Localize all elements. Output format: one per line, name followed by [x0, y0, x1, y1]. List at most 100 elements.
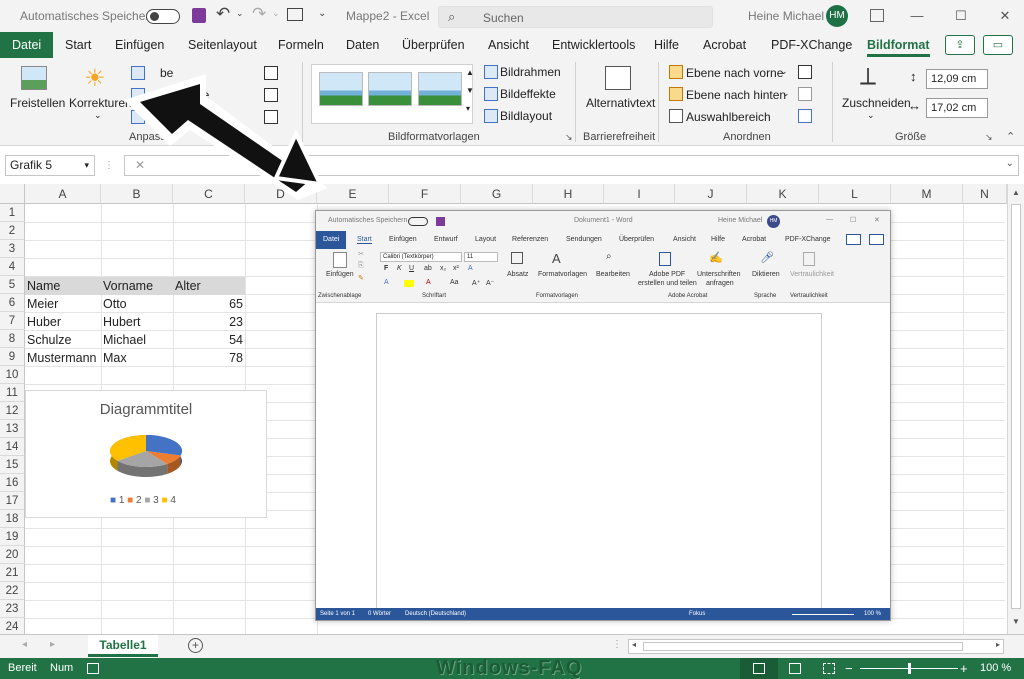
comments-button[interactable]: ▭	[983, 35, 1013, 55]
ebene-nach-vorne-button[interactable]: Ebene nach vorne	[686, 66, 783, 80]
scroll-thumb[interactable]	[1011, 204, 1021, 609]
horizontal-scrollbar[interactable]: ◂ ▸	[628, 639, 1004, 654]
scroll-left-icon[interactable]: ◂	[632, 640, 636, 649]
picture-style-3[interactable]	[418, 72, 462, 106]
table-cell[interactable]: Schulze	[25, 331, 101, 349]
customize-qat-icon[interactable]: ⌄	[318, 8, 326, 19]
ausrichten-icon[interactable]	[798, 65, 812, 79]
share-button[interactable]: ⇪	[945, 35, 975, 55]
page-break-view-icon[interactable]	[823, 663, 835, 674]
scroll-down-icon[interactable]: ▼	[1012, 617, 1020, 626]
table-cell[interactable]: Hubert	[101, 313, 173, 331]
undo-icon[interactable]: ↶	[216, 4, 230, 24]
normal-view-icon[interactable]	[753, 663, 765, 674]
next-sheet-icon[interactable]: ▸	[50, 639, 55, 650]
close-icon[interactable]: ✕	[990, 0, 1020, 32]
vertical-scrollbar[interactable]: ▲ ▼	[1007, 184, 1024, 634]
col-header-j[interactable]: J	[675, 184, 747, 204]
table-cell[interactable]: 23	[173, 313, 245, 331]
maximize-icon[interactable]: ☐	[946, 0, 976, 32]
redo-icon[interactable]: ↷	[252, 4, 266, 24]
bildrahmen-button[interactable]: Bildrahmen	[500, 65, 561, 79]
chart-title[interactable]: Diagrammtitel	[26, 401, 266, 418]
row-header[interactable]: 10	[0, 366, 25, 384]
tab-datei[interactable]: Datei	[0, 32, 54, 58]
picture-style-2[interactable]	[368, 72, 412, 106]
gallery-scroll-down-icon[interactable]: ▼	[466, 86, 474, 95]
col-header-g[interactable]: G	[461, 184, 533, 204]
col-header-h[interactable]: H	[533, 184, 604, 204]
tab-ueberpruefen[interactable]: Überprüfen	[402, 32, 465, 58]
row-header[interactable]: 20	[0, 546, 25, 564]
ebene-vorne-dropdown-icon[interactable]: ⌄	[780, 66, 788, 77]
auswahlbereich-button[interactable]: Auswahlbereich	[686, 110, 771, 124]
table-cell[interactable]: 65	[173, 295, 245, 313]
tab-split-handle[interactable]: ⋮	[612, 639, 622, 650]
row-header[interactable]: 21	[0, 564, 25, 582]
tab-pdf-xchange[interactable]: PDF-XChange	[771, 32, 852, 58]
table-cell[interactable]: Mustermann	[25, 349, 101, 367]
row-header[interactable]: 19	[0, 528, 25, 546]
ebene-nach-hinten-button[interactable]: Ebene nach hinten	[686, 88, 786, 102]
zoom-in-icon[interactable]: +	[960, 658, 968, 679]
table-cell[interactable]: Max	[101, 349, 173, 367]
bildlayout-button[interactable]: Bildlayout	[500, 109, 552, 123]
table-header-cell[interactable]: Vorname	[101, 277, 173, 295]
col-header-n[interactable]: N	[963, 184, 1007, 204]
row-header[interactable]: 6	[0, 294, 25, 312]
size-dialog-launcher-icon[interactable]: ↘	[985, 132, 993, 143]
select-all-corner[interactable]	[0, 184, 25, 204]
row-header[interactable]: 3	[0, 240, 25, 258]
tab-acrobat[interactable]: Acrobat	[703, 32, 746, 58]
zuschneiden-dropdown-icon[interactable]: ⌄	[867, 110, 875, 121]
tab-hilfe[interactable]: Hilfe	[654, 32, 679, 58]
table-header-cell[interactable]: Alter	[173, 277, 245, 295]
row-header[interactable]: 11	[0, 384, 25, 402]
col-header-l[interactable]: L	[819, 184, 891, 204]
screenshot-icon[interactable]	[287, 8, 303, 21]
row-header[interactable]: 16	[0, 474, 25, 492]
table-cell[interactable]: Meier	[25, 295, 101, 313]
gruppieren-icon[interactable]	[798, 87, 812, 101]
sheet-tab-tabelle1[interactable]: Tabelle1	[88, 635, 158, 657]
row-header[interactable]: 15	[0, 456, 25, 474]
tab-formeln[interactable]: Formeln	[278, 32, 324, 58]
col-header-f[interactable]: F	[389, 184, 461, 204]
search-box[interactable]: ⌕ Suchen	[438, 6, 713, 28]
zoom-slider-thumb[interactable]	[908, 663, 911, 674]
row-header[interactable]: 23	[0, 600, 25, 618]
drehen-icon[interactable]	[798, 109, 812, 123]
row-header[interactable]: 2	[0, 222, 25, 240]
minimize-icon[interactable]: —	[902, 0, 932, 32]
add-sheet-icon[interactable]: +	[188, 638, 203, 653]
avatar[interactable]: HM	[826, 5, 848, 27]
row-header[interactable]: 7	[0, 312, 25, 330]
word-window-screenshot[interactable]: Automatisches Speichern Dokument1 - Word…	[315, 210, 891, 621]
bildeffekte-button[interactable]: Bildeffekte	[500, 87, 556, 101]
table-cell[interactable]: Huber	[25, 313, 101, 331]
row-header[interactable]: 8	[0, 330, 25, 348]
dialog-launcher-icon[interactable]: ↘	[565, 132, 573, 143]
col-header-k[interactable]: K	[747, 184, 819, 204]
page-layout-view-icon[interactable]	[789, 663, 801, 674]
korrekturen-dropdown-icon[interactable]: ⌄	[94, 110, 102, 121]
row-header[interactable]: 14	[0, 438, 25, 456]
zoom-level[interactable]: 100 %	[980, 658, 1011, 679]
prev-sheet-icon[interactable]: ◂	[22, 639, 27, 650]
col-header-i[interactable]: I	[604, 184, 675, 204]
row-header[interactable]: 18	[0, 510, 25, 528]
gallery-scroll-up-icon[interactable]: ▲	[466, 68, 474, 77]
tab-ansicht[interactable]: Ansicht	[488, 32, 529, 58]
tab-seitenlayout[interactable]: Seitenlayout	[188, 32, 257, 58]
row-header[interactable]: 1	[0, 204, 25, 222]
tab-bildformat[interactable]: Bildformat	[867, 32, 930, 58]
ebene-hinten-dropdown-icon[interactable]: ⌄	[782, 88, 790, 99]
redo-dropdown-icon[interactable]: ⌄	[272, 8, 280, 19]
table-cell[interactable]: Otto	[101, 295, 173, 313]
table-cell[interactable]: Michael	[101, 331, 173, 349]
h-scroll-thumb[interactable]	[643, 642, 963, 651]
height-input[interactable]: 12,09 cm	[926, 69, 988, 89]
table-header-cell[interactable]: Name	[25, 277, 101, 295]
pie-chart[interactable]: Diagrammtitel ■ 1 ■ 2 ■ 3 ■ 4	[25, 390, 267, 518]
save-icon[interactable]	[192, 8, 206, 23]
